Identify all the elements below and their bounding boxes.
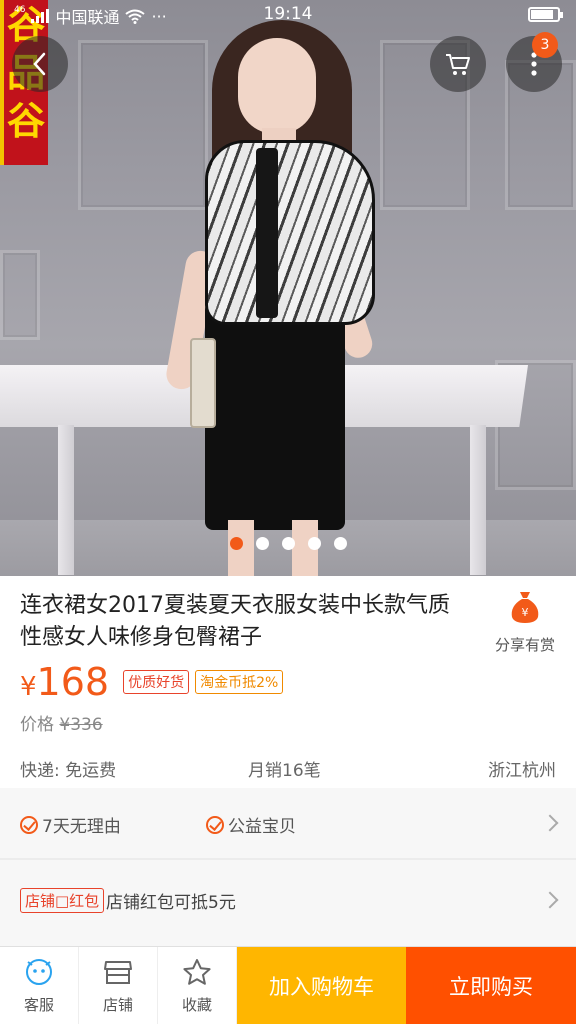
original-price: ¥336 (59, 715, 103, 735)
add-to-cart-button[interactable]: 加入购物车 (237, 947, 406, 1024)
check-circle-icon (20, 815, 38, 834)
service-label: 7天无理由 (42, 817, 121, 837)
table-leg (470, 425, 486, 575)
wall-panel (0, 250, 40, 340)
chevron-left-icon (33, 52, 46, 76)
service-item: 7天无理由 (20, 812, 121, 837)
favorite-label: 收藏 (181, 995, 212, 1014)
carousel-indicator (230, 537, 347, 550)
model-bow (256, 148, 278, 318)
service-guarantee-row[interactable]: 7天无理由 公益宝贝 (0, 788, 576, 858)
price-row: ¥ 168 优质好货 淘金币抵2% (20, 660, 289, 704)
product-image-carousel[interactable]: 谷 品 谷 (0, 0, 576, 576)
coin-tag: 淘金币抵2% (195, 670, 284, 694)
carousel-dot-active[interactable] (230, 537, 243, 550)
buy-now-button[interactable]: 立即购买 (406, 947, 576, 1024)
status-bar: 46 中国联通 ··· 19:14 (0, 0, 576, 30)
product-title: 连衣裙女2017夏装夏天衣服女装中长款气质性感女人味修身包臀裙子 (20, 593, 450, 650)
shop-label: 店铺 (102, 995, 133, 1014)
svg-text:¥: ¥ (522, 606, 529, 619)
coupon-text: 店铺红包可抵5元 (106, 893, 236, 913)
model-clutch (190, 338, 216, 428)
service-item: 公益宝贝 (206, 812, 296, 837)
chevron-right-icon (541, 891, 559, 909)
carousel-dot[interactable] (308, 537, 321, 550)
money-bag-icon: ¥ (511, 592, 539, 623)
star-icon (183, 958, 211, 985)
bottom-action-bar: 客服 店铺 收藏 加入购物车 立即购买 (0, 946, 576, 1024)
carousel-dot[interactable] (256, 537, 269, 550)
model-blouse (205, 140, 375, 325)
price: 168 (36, 660, 110, 704)
favorite-button[interactable]: 收藏 (158, 947, 237, 1024)
battery-icon (528, 7, 563, 22)
shipping-info: 快递: 免运费 (20, 761, 117, 781)
check-circle-icon (206, 815, 224, 834)
customer-service-label: 客服 (23, 995, 54, 1014)
more-menu-button[interactable]: 3 (506, 32, 562, 92)
chevron-right-icon (541, 814, 559, 832)
carousel-dot[interactable] (334, 537, 347, 550)
cart-button[interactable] (430, 36, 486, 92)
product-info: 连衣裙女2017夏装夏天衣服女装中长款气质性感女人味修身包臀裙子 ¥ 分享有赏 … (0, 576, 576, 788)
model-face (238, 38, 316, 134)
status-time: 19:14 (263, 4, 313, 24)
chat-face-icon (26, 958, 52, 985)
cart-icon (446, 54, 470, 75)
battery-level (531, 10, 554, 19)
shop-button[interactable]: 店铺 (79, 947, 158, 1024)
location: 浙江杭州 (488, 761, 556, 781)
store-badge-char: 谷 (6, 99, 45, 143)
model-skirt (205, 300, 345, 530)
table-leg (58, 425, 74, 575)
share-label: 分享有赏 (494, 636, 555, 654)
back-button[interactable] (12, 36, 68, 92)
carousel-dot[interactable] (282, 537, 295, 550)
currency-symbol: ¥ (20, 672, 37, 702)
share-button[interactable]: ¥ 分享有赏 (490, 590, 560, 655)
store-coupon-row[interactable]: 店铺□红包 店铺红包可抵5元 (0, 860, 576, 946)
wall-panel (78, 40, 208, 210)
original-price-label: 价格 (20, 715, 54, 735)
service-label: 公益宝贝 (228, 817, 296, 837)
quality-tag: 优质好货 (123, 670, 190, 694)
customer-service-button[interactable]: 客服 (0, 947, 79, 1024)
notification-badge: 3 (532, 32, 558, 58)
original-price-row: 价格 ¥336 (20, 710, 103, 735)
shop-icon (104, 960, 132, 984)
coupon-tag: 店铺□红包 (20, 888, 105, 913)
monthly-sales: 月销16笔 (248, 761, 321, 781)
